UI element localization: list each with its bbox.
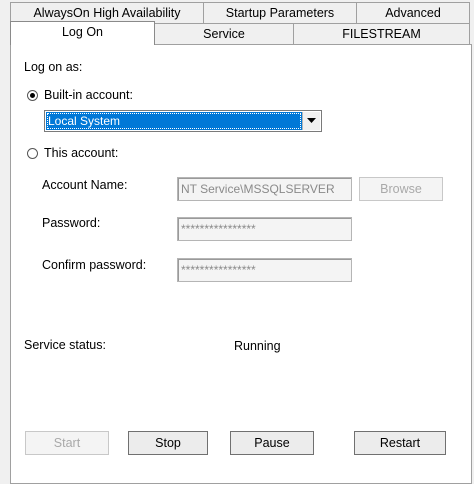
tab-alwayson[interactable]: AlwaysOn High Availability (10, 2, 204, 23)
tab-log-on[interactable]: Log On (10, 21, 155, 45)
start-button[interactable]: Start (25, 431, 109, 455)
pause-button[interactable]: Pause (230, 431, 314, 455)
chevron-down-icon (307, 118, 316, 123)
radio-selected-icon (30, 93, 35, 98)
password-label: Password: (42, 216, 101, 230)
restart-button[interactable]: Restart (354, 431, 446, 455)
browse-button[interactable]: Browse (359, 177, 443, 201)
account-name-input[interactable]: NT Service\MSSQLSERVER (177, 177, 352, 201)
account-name-label: Account Name: (42, 178, 128, 192)
builtin-account-select[interactable]: Local System (44, 110, 322, 132)
builtin-account-value: Local System (46, 112, 302, 130)
tab-service[interactable]: Service (154, 23, 294, 44)
radio-builtin-account[interactable] (27, 90, 38, 101)
tab-filestream[interactable]: FILESTREAM (293, 23, 470, 44)
service-status-value: Running (234, 339, 281, 353)
logon-group-label: Log on as: (24, 60, 83, 74)
radio-this-account[interactable] (27, 148, 38, 159)
tab-startup-parameters[interactable]: Startup Parameters (203, 2, 357, 23)
stop-button[interactable]: Stop (128, 431, 208, 455)
this-account-label[interactable]: This account: (44, 146, 118, 160)
dropdown-button[interactable] (302, 112, 320, 130)
password-input[interactable]: **************** (177, 217, 352, 241)
builtin-account-label[interactable]: Built-in account: (44, 88, 133, 102)
tab-advanced[interactable]: Advanced (356, 2, 470, 23)
confirm-password-label: Confirm password: (42, 258, 147, 272)
confirm-password-input[interactable]: **************** (177, 258, 352, 282)
service-status-label: Service status: (24, 338, 106, 352)
